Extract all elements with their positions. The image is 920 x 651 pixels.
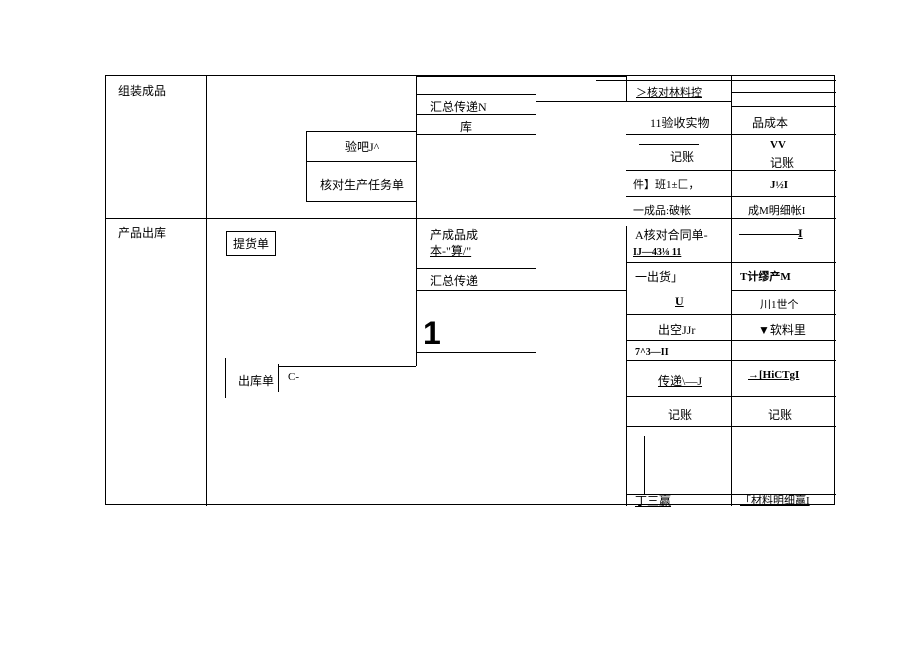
c4-t2 [416,114,536,115]
chengpinzhang-text: 一成品:破帐 [629,202,695,220]
c7-m3 [731,314,836,315]
c7-t0c [731,106,836,107]
c7-m6 [731,396,836,397]
c6-t1 [626,101,731,102]
big-one: 1 [419,311,445,357]
c7-t0b [731,92,836,93]
jianban-text: 件】班1±匚， [629,176,704,194]
c6-m5 [626,396,731,397]
hedui-liaokong-text: ＞核对林料控 [632,84,706,102]
chukudan-rbar [278,364,279,392]
c-line [278,366,416,367]
c4-b1 [416,268,536,269]
c7-m4 [731,340,836,341]
c7-t0a [731,80,836,81]
c4-b2 [416,290,626,291]
seven-text: 7^3—II [631,344,673,361]
c6-t2 [626,134,731,135]
row-divider [106,218,836,219]
col-divider-6 [731,76,732,506]
c7-idash [739,234,799,235]
c3-bot [306,201,416,202]
cailiao-mx-text: 「材料明细赢I [736,492,814,510]
c7-jizhang2-text: 记账 [764,406,796,426]
j12i-text: J½I [766,176,792,194]
c7-m7 [731,426,836,427]
chukudan-lbar [225,358,226,398]
diagram-page: 组装成品 产品出库 提货单 出库单 C- 验吧J^ 核对生产任务单 汇总传递N … [105,75,835,505]
chuhuo-text: 一出货」 [631,268,687,288]
pinchengben-text: 品成本 [748,114,792,134]
c7-m2 [731,290,836,291]
jizhang1-text: 记账 [666,148,698,168]
c7-t1 [731,134,836,135]
c-minus-text: C- [284,368,303,386]
c5-h0 [416,76,626,77]
chuan1shi-text: 川1世个 [756,296,803,314]
c4-b3 [416,352,536,353]
c3-mid [306,161,416,162]
huizong-cd-text: 汇总传递 [426,272,482,292]
c7-m5 [731,360,836,361]
c7-t3 [731,196,836,197]
col-divider-4 [416,76,417,366]
chuandi-text: 传递\—J [654,372,706,392]
yanshou-text: 11验收实物 [646,114,714,134]
c7-m1 [731,262,836,263]
hictgi-text: →[HiCTgI [744,366,803,384]
ruankuanli-text: ▼软料里 [754,321,810,341]
c5-h1 [536,101,636,102]
chukong-text: 出空JJr [654,321,699,341]
c3-top [306,131,416,132]
c6-m2 [626,314,731,315]
vv-text: VV [766,136,790,154]
tihuodan-box: 提货单 [226,231,276,256]
chengm-mx-text: 成M明细帐I [744,202,809,220]
c6-m1 [626,262,731,263]
col-divider-1 [206,76,207,506]
c6-t0 [596,80,731,81]
c7-t2 [731,170,836,171]
col-divider-5b [626,226,627,506]
c6-t3 [626,170,731,171]
c6-m4 [626,360,731,361]
jizhang2-text: 记账 [664,406,696,426]
c4-t3 [416,134,536,135]
row1-label: 组装成品 [114,82,170,102]
row2-label: 产品出库 [114,224,170,244]
chukudan-text: 出库单 [234,372,278,392]
a-hedui-text: A核对合同单- [631,226,712,246]
c6-boxbar [644,436,645,494]
ij43-text: IJ—43⅛ 11 [629,244,685,261]
hedui-shengchan-text: 核对生产任务单 [316,176,408,196]
c4-t1 [416,94,536,95]
yanba-text: 验吧J^ [341,138,383,158]
u-text: U [671,292,688,312]
tji-text: T计缪产M [736,268,795,286]
c6-t4 [626,196,731,197]
c6-m3 [626,340,731,341]
col3-segment-a [306,131,307,201]
c6-m6 [626,426,731,427]
c6-dash [639,144,699,145]
chengpin-cb-b: 本-"算/" [426,242,475,262]
dingsanying-text: 丁三赢 [631,492,675,512]
